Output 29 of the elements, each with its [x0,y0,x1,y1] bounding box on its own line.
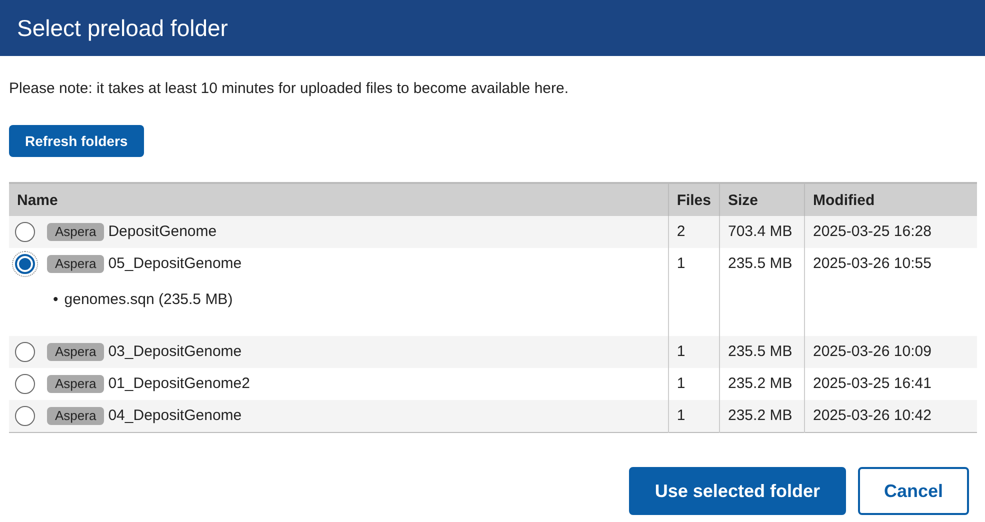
folder-name: DepositGenome [108,222,217,242]
folder-name: 04_DepositGenome [108,406,242,426]
source-tag: Aspera [47,375,104,393]
radio-button[interactable] [15,374,35,394]
table-cell: 235.2 MB [720,400,804,432]
refresh-folders-button[interactable]: Refresh folders [9,125,144,157]
radio-button[interactable] [15,222,35,242]
radio-button[interactable] [15,254,35,274]
source-tag: Aspera [47,407,104,425]
table-cell: 1 [668,400,720,432]
table-cell: 2025-03-26 10:42 [804,400,977,432]
column-header: Modified [804,183,977,216]
note-text: Please note: it takes at least 10 minutes for uploaded files to become available here. [9,80,569,97]
radio-button[interactable] [15,406,35,426]
column-header: Name [9,183,668,216]
use-selected-folder-button[interactable]: Use selected folder [628,467,846,515]
source-tag: Aspera [47,223,104,241]
source-tag: Aspera [47,255,104,273]
radio-button[interactable] [15,342,35,362]
folder-name: 05_DepositGenome [108,254,242,274]
cancel-button[interactable]: Cancel [858,467,969,515]
file-item: genomes.sqn (235.5 MB) [64,290,233,310]
column-header: Size [720,183,804,216]
folder-name: 03_DepositGenome [108,342,242,362]
column-header: Files [668,183,720,216]
source-tag: Aspera [47,343,104,361]
folder-name: 01_DepositGenome2 [108,374,250,394]
window-title: Select preload folder [17,14,228,42]
list-bullet: • [53,290,58,310]
